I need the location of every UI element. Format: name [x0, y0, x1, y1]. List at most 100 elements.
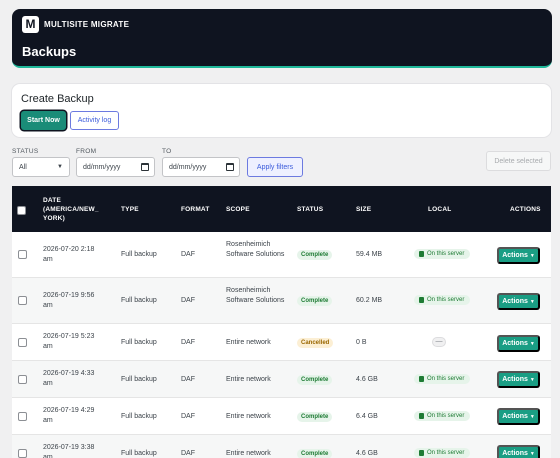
row-checkbox[interactable]: [18, 338, 27, 347]
calendar-icon[interactable]: [226, 163, 234, 171]
local-badge: On this server: [414, 249, 471, 259]
row-date: 2026-07-19 5:23 am: [43, 333, 95, 350]
status-badge: Complete: [297, 296, 333, 306]
row-checkbox[interactable]: [18, 296, 27, 305]
local-badge-label: On this server: [427, 413, 465, 419]
from-date-placeholder: dd/mm/yyyy: [83, 163, 121, 171]
col-type: TYPE: [121, 206, 139, 213]
status-select-value: All: [19, 163, 27, 171]
row-date: 2026-07-19 4:29 am: [43, 407, 95, 424]
actions-button-label: Actions: [502, 298, 528, 305]
chevron-down-icon: ▼: [529, 340, 535, 347]
local-badge: On this server: [414, 448, 471, 458]
from-date-input[interactable]: dd/mm/yyyy: [76, 157, 155, 177]
to-date-input[interactable]: dd/mm/yyyy: [162, 157, 240, 177]
row-type: Full backup: [121, 297, 157, 304]
chevron-down-icon: ▼: [529, 450, 535, 457]
row-scope: Entire network: [226, 376, 271, 383]
actions-button[interactable]: Actions ▼: [497, 293, 540, 310]
app-header: M MULTISITE MIGRATE Backups: [12, 9, 552, 68]
row-scope: Entire network: [226, 413, 271, 420]
database-icon: [419, 297, 424, 303]
row-date: 2026-07-20 2:18 am: [43, 246, 95, 263]
row-format: DAF: [181, 450, 195, 457]
chevron-down-icon: ▼: [529, 413, 535, 420]
delete-selected-button[interactable]: Delete selected: [486, 151, 551, 171]
create-backup-title: Create Backup: [21, 93, 94, 105]
actions-button[interactable]: Actions ▼: [497, 445, 540, 458]
row-size: 60.2 MB: [356, 297, 383, 304]
row-size: 59.4 MB: [356, 251, 383, 258]
apply-filters-button[interactable]: Apply filters: [247, 157, 303, 177]
backups-table: DATE (AMERICA/NEW_ YORK) TYPE FORMAT SCO…: [12, 186, 551, 458]
chevron-down-icon: ▼: [529, 298, 535, 305]
row-type: Full backup: [121, 376, 157, 383]
status-badge: Complete: [297, 449, 333, 458]
chevron-down-icon: ▼: [57, 164, 63, 170]
table-row: 2026-07-20 2:18 am Full backup DAF Rosen…: [12, 232, 551, 278]
app-logo: M: [22, 16, 39, 33]
row-format: DAF: [181, 251, 195, 258]
chevron-down-icon: ▼: [529, 252, 535, 259]
database-icon: [419, 413, 424, 419]
actions-button-label: Actions: [502, 376, 528, 383]
local-badge: On this server: [414, 374, 471, 384]
database-icon: [419, 251, 424, 257]
row-checkbox[interactable]: [18, 375, 27, 384]
status-badge: Complete: [297, 412, 333, 422]
activity-log-button[interactable]: Activity log: [70, 111, 119, 130]
local-empty-badge: —: [432, 337, 446, 347]
actions-button[interactable]: Actions ▼: [497, 247, 540, 264]
database-icon: [419, 450, 424, 456]
actions-button-label: Actions: [502, 252, 528, 259]
row-type: Full backup: [121, 251, 157, 258]
col-actions: ACTIONS: [510, 206, 541, 213]
start-now-button[interactable]: Start Now: [21, 111, 66, 130]
row-type: Full backup: [121, 450, 157, 457]
status-filter-label: STATUS: [12, 148, 39, 155]
chevron-down-icon: ▼: [529, 376, 535, 383]
col-date[interactable]: DATE (AMERICA/NEW_ YORK): [43, 196, 105, 223]
to-filter-label: TO: [162, 148, 172, 155]
table-row: 2026-07-19 3:38 am Full backup DAF Entir…: [12, 435, 551, 458]
page-title: Backups: [22, 44, 77, 59]
local-badge-label: On this server: [427, 297, 465, 303]
row-date: 2026-07-19 3:38 am: [43, 444, 95, 458]
calendar-icon[interactable]: [141, 163, 149, 171]
local-badge-label: On this server: [427, 376, 465, 382]
row-date: 2026-07-19 9:56 am: [43, 292, 95, 309]
row-checkbox[interactable]: [18, 412, 27, 421]
row-format: DAF: [181, 376, 195, 383]
col-status: STATUS: [297, 206, 324, 213]
actions-button[interactable]: Actions ▼: [497, 408, 540, 425]
brand-name: MULTISITE MIGRATE: [44, 20, 130, 29]
row-checkbox[interactable]: [18, 449, 27, 458]
to-date-placeholder: dd/mm/yyyy: [169, 163, 207, 171]
row-format: DAF: [181, 297, 195, 304]
database-icon: [419, 376, 424, 382]
row-scope: Entire network: [226, 339, 271, 346]
row-size: 6.4 GB: [356, 413, 378, 420]
table-row: 2026-07-19 4:33 am Full backup DAF Entir…: [12, 361, 551, 398]
row-type: Full backup: [121, 413, 157, 420]
table-row: 2026-07-19 5:23 am Full backup DAF Entir…: [12, 324, 551, 361]
actions-button[interactable]: Actions ▼: [497, 371, 540, 388]
select-all-checkbox[interactable]: [17, 206, 26, 215]
actions-button-label: Actions: [502, 340, 528, 347]
row-checkbox[interactable]: [18, 250, 27, 259]
row-format: DAF: [181, 413, 195, 420]
actions-button-label: Actions: [502, 413, 528, 420]
col-size: SIZE: [356, 206, 372, 213]
table-row: 2026-07-19 9:56 am Full backup DAF Rosen…: [12, 278, 551, 324]
local-badge-label: On this server: [427, 450, 465, 456]
status-select[interactable]: All ▼: [12, 157, 70, 177]
local-badge: On this server: [414, 295, 471, 305]
actions-button[interactable]: Actions ▼: [497, 335, 540, 352]
local-badge: On this server: [414, 411, 471, 421]
table-row: 2026-07-19 4:29 am Full backup DAF Entir…: [12, 398, 551, 435]
actions-button-label: Actions: [502, 450, 528, 457]
status-badge: Cancelled: [297, 338, 334, 348]
row-size: 0 B: [356, 339, 367, 346]
from-filter-label: FROM: [76, 148, 97, 155]
row-format: DAF: [181, 339, 195, 346]
